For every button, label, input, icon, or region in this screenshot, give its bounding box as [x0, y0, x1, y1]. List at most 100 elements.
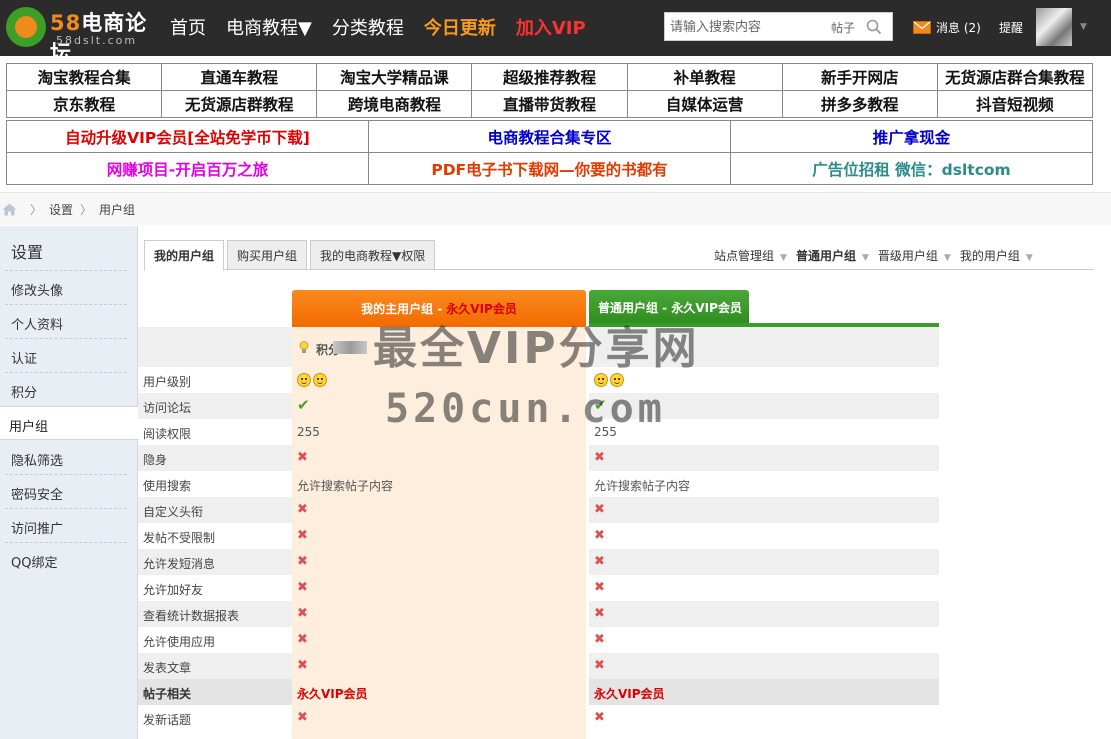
- remind-link[interactable]: 提醒: [999, 19, 1023, 36]
- quicklink-item[interactable]: 抖音短视频: [936, 90, 1094, 118]
- promo-link[interactable]: 电商教程合集专区: [368, 120, 731, 153]
- sidebar-item[interactable]: 个人资料: [11, 314, 63, 333]
- group-link[interactable]: 站点管理组 ▼: [714, 247, 787, 264]
- permission-label: 允许使用应用: [143, 635, 216, 649]
- quicklink-item[interactable]: 直通车教程: [161, 63, 318, 91]
- quicklink-row: 京东教程 无货源店群教程 跨境电商教程 直播带货教程 自媒体运营 拼多多教程 抖音短视频: [5, 90, 1094, 118]
- avatar[interactable]: [1036, 8, 1072, 46]
- nav-item[interactable]: 电商教程▼: [226, 14, 312, 40]
- sidebar-divider: [5, 508, 127, 509]
- permission-value: 255: [297, 425, 320, 439]
- home-icon[interactable]: [2, 203, 17, 216]
- quicklink-grid: 淘宝教程合集 直通车教程 淘宝大学精品课 超级推荐教程 补单教程 新手开网店 无货源店群合集…: [5, 63, 1094, 118]
- row-bg: [589, 549, 939, 575]
- quicklink-item[interactable]: 淘宝教程合集: [5, 63, 163, 91]
- tab-item[interactable]: 我的用户组: [144, 240, 225, 271]
- cross-icon: ✖: [297, 450, 308, 465]
- cross-icon: ✖: [297, 710, 308, 725]
- promo-link[interactable]: PDF电子书下载网—你要的书都有: [368, 152, 731, 185]
- main-nav: 首页 电商教程▼ 分类教程 今日更新 加入VIP: [170, 14, 606, 40]
- breadcrumb-separator: 〉: [30, 202, 43, 217]
- tab-item[interactable]: 我的电商教程▼权限: [310, 240, 436, 270]
- sidebar-divider: [5, 338, 127, 339]
- search-input[interactable]: [670, 18, 820, 36]
- watermark-text: 最全VIP分享网: [373, 323, 700, 374]
- sidebar-item-active[interactable]: 用户组: [0, 406, 139, 440]
- search-icon[interactable]: [865, 18, 883, 36]
- sidebar-item[interactable]: QQ绑定: [11, 552, 57, 571]
- chevron-down-icon[interactable]: ▼: [1080, 22, 1087, 32]
- promo-link[interactable]: 广告位招租 微信：dsltcom: [730, 152, 1093, 185]
- nav-item[interactable]: 分类教程: [332, 14, 404, 40]
- lightbulb-icon: [299, 341, 309, 353]
- cross-icon: ✖: [297, 580, 308, 595]
- group-link[interactable]: 普通用户组 ▼: [796, 247, 869, 264]
- nav-item[interactable]: 今日更新: [424, 14, 496, 40]
- search-box: 帖子: [664, 12, 893, 41]
- promo-link[interactable]: 网赚项目-开启百万之旅: [6, 152, 369, 185]
- group-link[interactable]: 我的用户组 ▼: [960, 247, 1033, 264]
- cross-icon: ✖: [297, 554, 308, 569]
- cross-icon: ✖: [297, 606, 308, 621]
- breadcrumb: 〉 设置 〉 用户组: [0, 192, 1111, 225]
- messages-label: 消息 (2): [936, 21, 981, 35]
- mail-icon: [913, 21, 931, 34]
- sidebar-item[interactable]: 认证: [11, 348, 37, 367]
- quicklink-item[interactable]: 京东教程: [5, 90, 163, 118]
- promo-link[interactable]: 推广拿现金: [730, 120, 1093, 153]
- sidebar-item[interactable]: 访问推广: [11, 518, 63, 537]
- quicklink-item[interactable]: 补单教程: [626, 63, 783, 91]
- smiley-icon: [313, 373, 327, 387]
- permission-label: 发帖不受限制: [143, 531, 216, 545]
- permission-label: 阅读权限: [143, 427, 192, 441]
- quicklink-item[interactable]: 直播带货教程: [471, 90, 628, 118]
- quicklink-item[interactable]: 无货源店群教程: [161, 90, 318, 118]
- sidebar-item[interactable]: 密码安全: [11, 484, 63, 503]
- nav-item[interactable]: 首页: [170, 14, 206, 40]
- quicklink-item[interactable]: 淘宝大学精品课: [316, 63, 473, 91]
- breadcrumb-settings[interactable]: 设置: [49, 201, 73, 218]
- promo-link[interactable]: 自动升级VIP会员[全站免学币下载]: [6, 120, 369, 153]
- permission-label: 允许加好友: [143, 583, 204, 597]
- logo-domain: 58dslt.com: [56, 34, 138, 47]
- quicklink-item[interactable]: 超级推荐教程: [471, 63, 628, 91]
- checkmark-icon: ✔: [297, 396, 310, 414]
- sidebar-item-label: 用户组: [9, 420, 49, 435]
- quicklink-item[interactable]: 无货源店群合集教程: [936, 63, 1094, 91]
- chevron-down-icon[interactable]: ▼: [780, 253, 787, 263]
- cross-icon: ✖: [594, 710, 605, 725]
- chevron-down-icon[interactable]: ▼: [862, 253, 869, 263]
- sidebar-item[interactable]: 积分: [11, 382, 37, 401]
- breadcrumb-usergroup[interactable]: 用户组: [99, 201, 135, 218]
- group-link-label: 晋级用户组: [877, 249, 938, 263]
- site-logo[interactable]: 58电商论坛 58dslt.com: [6, 5, 156, 65]
- permission-label: 查看统计数据报表: [143, 609, 240, 623]
- permission-label: 使用搜索: [143, 479, 192, 493]
- top-bar: 58电商论坛 58dslt.com 首页电商教程▼ 分类教程今日更新加入VIP 帖…: [0, 0, 1111, 65]
- cross-icon: ✖: [594, 606, 605, 621]
- quicklink-item[interactable]: 拼多多教程: [781, 90, 938, 118]
- quicklink-item[interactable]: 新手开网店: [781, 63, 938, 91]
- permission-label: 帖子相关: [143, 687, 192, 701]
- quicklink-item[interactable]: 跨境电商教程: [316, 90, 473, 118]
- sidebar-divider: [5, 372, 127, 373]
- tab-item[interactable]: 购买用户组: [227, 240, 308, 270]
- sidebar-divider: [5, 270, 127, 271]
- chevron-down-icon[interactable]: ▼: [944, 253, 951, 263]
- group-link-label: 站点管理组: [714, 249, 775, 263]
- sidebar-item[interactable]: 隐私筛选: [11, 450, 63, 469]
- search-type-select[interactable]: 帖子: [831, 19, 855, 36]
- chevron-down-icon[interactable]: ▼: [1026, 253, 1033, 263]
- nav-item[interactable]: 加入VIP: [516, 14, 586, 40]
- permission-label: 访问论坛: [143, 401, 192, 415]
- sidebar-title: 设置: [11, 243, 44, 262]
- group-link-label: 普通用户组: [795, 249, 856, 263]
- sidebar-divider: [5, 304, 127, 305]
- messages-link[interactable]: 消息 (2): [913, 19, 981, 36]
- smiley-icon: [297, 373, 311, 387]
- group-link[interactable]: 晋级用户组 ▼: [878, 247, 951, 264]
- quicklink-item[interactable]: 自媒体运营: [626, 90, 783, 118]
- sidebar-item[interactable]: 修改头像: [11, 280, 63, 299]
- blurred-points-value: [333, 341, 367, 354]
- row-bg: [589, 497, 939, 523]
